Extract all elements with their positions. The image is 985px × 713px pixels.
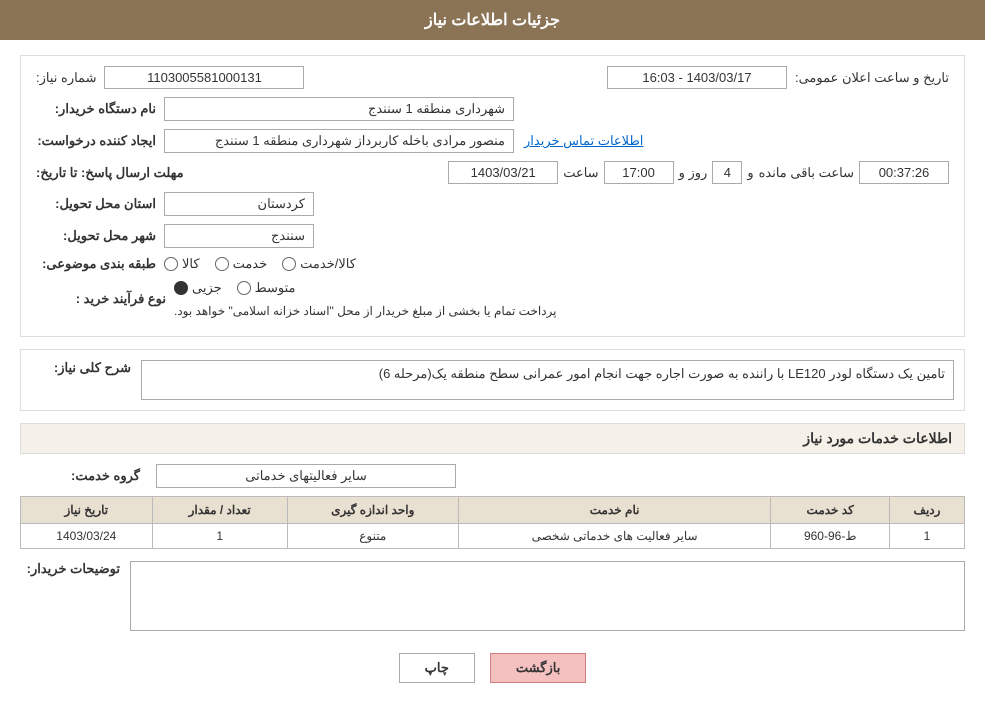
cell-kod: ط-96-960	[771, 524, 890, 549]
saat-mande-value: 00:37:26	[859, 161, 949, 184]
saat-value: 17:00	[604, 161, 674, 184]
shomara-label: شماره نیاز:	[36, 70, 96, 86]
buttons-row: بازگشت چاپ	[20, 643, 965, 698]
shomara-tarikh-row: تاریخ و ساعت اعلان عمومی: 1403/03/17 - 1…	[36, 66, 949, 89]
cell-tarikh: 1403/03/24	[21, 524, 153, 549]
services-table: ردیف کد خدمت نام خدمت واحد اندازه گیری ت…	[20, 496, 965, 549]
top-info-section: تاریخ و ساعت اعلان عمومی: 1403/03/17 - 1…	[20, 55, 965, 337]
farayand-radio-group: متوسط جزیی	[174, 280, 296, 296]
motavasset-item: متوسط	[237, 280, 296, 296]
roz-label: روز و	[679, 165, 708, 181]
tarikh-group: تاریخ و ساعت اعلان عمومی: 1403/03/17 - 1…	[607, 66, 949, 89]
ettelaat-tamas-link[interactable]: اطلاعات تماس خریدار	[524, 133, 643, 149]
col-tedad: تعداد / مقدار	[152, 497, 287, 524]
saat-mande-group: 00:37:26 ساعت باقی مانده و 4 روز و 17:00…	[448, 161, 949, 184]
date-value: 1403/03/21	[448, 161, 558, 184]
roz-value: 4	[712, 161, 742, 184]
mohlat-label: مهلت ارسال پاسخ: تا تاریخ:	[36, 165, 184, 181]
jozvi-item: جزیی	[174, 280, 222, 296]
page-wrapper: جزئیات اطلاعات نیاز تاریخ و ساعت اعلان ع…	[0, 0, 985, 713]
kala-radio[interactable]	[164, 257, 178, 271]
tarikh-label: تاریخ و ساعت اعلان عمومی:	[795, 70, 949, 86]
ostan-label: استان محل تحویل:	[36, 196, 156, 212]
noye-farayand-row: متوسط جزیی پرداخت تمام یا بخشی از مبلغ خ…	[36, 280, 949, 318]
col-tarikh: تاریخ نیاز	[21, 497, 153, 524]
tawzih-label: توضیحات خریدار:	[20, 561, 120, 577]
goroh-row: سایر فعالیتهای خدماتی گروه خدمت:	[20, 464, 965, 488]
va-label: و	[747, 165, 753, 181]
shahr-row: سنندج شهر محل تحویل:	[36, 224, 949, 248]
tawzih-textarea[interactable]	[130, 561, 965, 631]
services-table-body: 1ط-96-960سایر فعالیت های خدماتی شخصیمتنو…	[21, 524, 965, 549]
kala-khedmat-label: کالا/خدمت	[300, 256, 356, 272]
motavasset-radio[interactable]	[237, 281, 251, 295]
motavasset-label: متوسط	[255, 280, 296, 296]
services-section-title: اطلاعات خدمات مورد نیاز	[20, 423, 965, 454]
bazgasht-button[interactable]: بازگشت	[490, 653, 586, 683]
shahr-label: شهر محل تحویل:	[36, 228, 156, 244]
tabaqe-row: کالا/خدمت خدمت کالا طبقه بندی موضوعی:	[36, 256, 949, 272]
goroh-value: سایر فعالیتهای خدماتی	[156, 464, 456, 488]
mohlat-label-group: مهلت ارسال پاسخ: تا تاریخ:	[36, 165, 192, 181]
ostan-value: کردستان	[164, 192, 314, 216]
khedmat-item: خدمت	[215, 256, 268, 272]
col-kod: کد خدمت	[771, 497, 890, 524]
farayand-container: متوسط جزیی پرداخت تمام یا بخشی از مبلغ خ…	[174, 280, 949, 318]
nam-dastgah-value: شهرداری منطقه 1 سنندج	[164, 97, 514, 121]
page-header: جزئیات اطلاعات نیاز	[0, 0, 985, 40]
shomara-group: 1103005581000131 شماره نیاز:	[36, 66, 304, 89]
cell-nam: سایر فعالیت های خدماتی شخصی	[458, 524, 771, 549]
saat-mande-label: ساعت باقی مانده	[759, 165, 854, 181]
cell-radif: 1	[890, 524, 965, 549]
note-text: پرداخت تمام یا بخشی از مبلغ خریدار از مح…	[174, 304, 557, 318]
jozvi-label: جزیی	[192, 280, 222, 296]
nam-dastgah-label: نام دستگاه خریدار:	[36, 101, 156, 117]
page-title: جزئیات اطلاعات نیاز	[425, 12, 560, 29]
sharh-value: تامین یک دستگاه لودر LE120 با راننده به …	[141, 360, 954, 400]
shahr-value: سنندج	[164, 224, 314, 248]
table-row: 1ط-96-960سایر فعالیت های خدماتی شخصیمتنو…	[21, 524, 965, 549]
chap-button[interactable]: چاپ	[399, 653, 475, 683]
ijad-konande-row: اطلاعات تماس خریدار منصور مرادی باخله کا…	[36, 129, 949, 153]
tawzih-section: توضیحات خریدار:	[20, 561, 965, 631]
goroh-label: گروه خدمت:	[20, 468, 140, 484]
tarikh-value: 1403/03/17 - 16:03	[607, 66, 787, 89]
khedmat-radio[interactable]	[215, 257, 229, 271]
jozvi-radio[interactable]	[174, 281, 188, 295]
services-table-head: ردیف کد خدمت نام خدمت واحد اندازه گیری ت…	[21, 497, 965, 524]
tabaqe-radio-group: کالا/خدمت خدمت کالا	[164, 256, 356, 272]
kala-label: کالا	[182, 256, 200, 272]
col-vahed: واحد اندازه گیری	[287, 497, 458, 524]
shomara-value: 1103005581000131	[104, 66, 304, 89]
services-section: سایر فعالیتهای خدماتی گروه خدمت: ردیف کد…	[20, 464, 965, 549]
kala-khedmat-item: کالا/خدمت	[282, 256, 356, 272]
col-radif: ردیف	[890, 497, 965, 524]
table-header-row: ردیف کد خدمت نام خدمت واحد اندازه گیری ت…	[21, 497, 965, 524]
ijad-konande-value: منصور مرادی باخله کاربرداز شهرداری منطقه…	[164, 129, 514, 153]
cell-tedad: 1	[152, 524, 287, 549]
tabaqe-label: طبقه بندی موضوعی:	[36, 256, 156, 272]
tawzih-row: توضیحات خریدار:	[20, 561, 965, 631]
col-nam: نام خدمت	[458, 497, 771, 524]
sharh-box: تامین یک دستگاه لودر LE120 با راننده به …	[20, 349, 965, 411]
ijad-konande-label: ایجاد کننده درخواست:	[36, 133, 156, 149]
kala-item: کالا	[164, 256, 200, 272]
saat-label: ساعت	[563, 165, 598, 181]
mohlat-row: 00:37:26 ساعت باقی مانده و 4 روز و 17:00…	[36, 161, 949, 184]
ostan-row: کردستان استان محل تحویل:	[36, 192, 949, 216]
main-content: تاریخ و ساعت اعلان عمومی: 1403/03/17 - 1…	[0, 40, 985, 713]
noye-farayand-label: نوع فرآیند خرید :	[36, 291, 166, 307]
cell-vahed: متنوع	[287, 524, 458, 549]
sharh-label: شرح کلی نیاز:	[31, 360, 131, 376]
nam-dastgah-row: شهرداری منطقه 1 سنندج نام دستگاه خریدار:	[36, 97, 949, 121]
sharh-row: تامین یک دستگاه لودر LE120 با راننده به …	[31, 360, 954, 400]
kala-khedmat-radio[interactable]	[282, 257, 296, 271]
khedmat-label: خدمت	[233, 256, 268, 272]
